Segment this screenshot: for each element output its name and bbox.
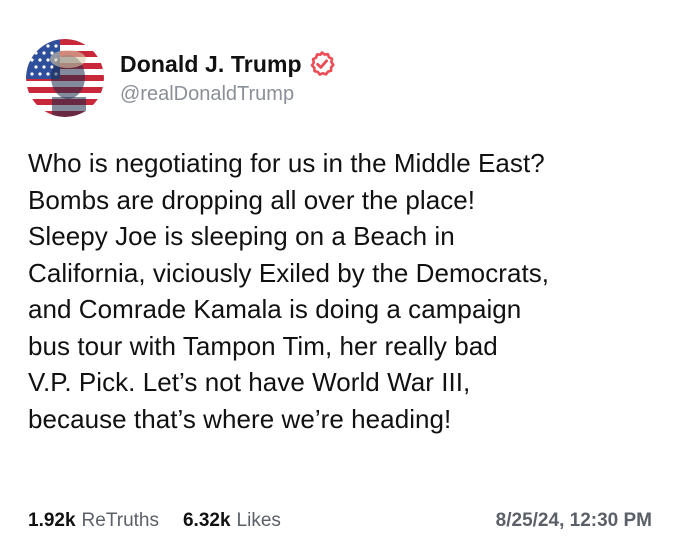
likes-stat[interactable]: 6.32k Likes <box>183 510 281 532</box>
retruths-label: ReTruths <box>81 510 159 531</box>
user-handle[interactable]: @realDonaldTrump <box>120 83 335 106</box>
author-names: Donald J. Trump @realDonaldTrump <box>120 51 335 106</box>
verified-badge-icon <box>309 51 335 77</box>
post-timestamp[interactable]: 8/25/24, 12:30 PM <box>496 510 652 532</box>
display-name[interactable]: Donald J. Trump <box>120 51 302 78</box>
avatar-flag-portrait-icon <box>26 39 104 117</box>
post-header: Donald J. Trump @realDonaldTrump <box>26 38 335 118</box>
display-name-row: Donald J. Trump <box>120 51 335 78</box>
post-footer: 1.92k ReTruths 6.32k Likes 8/25/24, 12:3… <box>28 507 652 535</box>
retruths-stat[interactable]: 1.92k ReTruths <box>28 510 159 532</box>
likes-label: Likes <box>236 510 281 531</box>
retruths-count: 1.92k <box>28 510 76 531</box>
truth-post: Donald J. Trump @realDonaldTrump Who is … <box>0 0 680 557</box>
avatar[interactable] <box>26 39 104 117</box>
likes-count: 6.32k <box>182 510 231 531</box>
post-text: Who is negotiating for us in the Middle … <box>28 148 550 434</box>
